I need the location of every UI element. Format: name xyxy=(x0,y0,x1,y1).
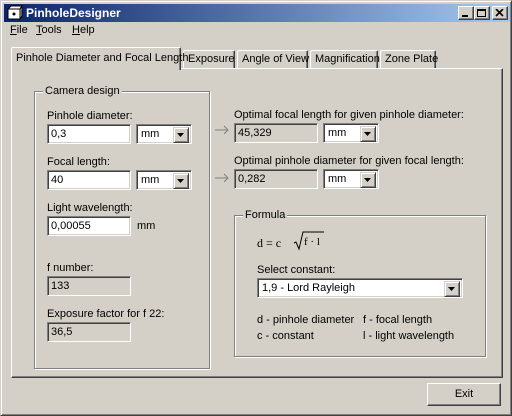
maximize-button[interactable] xyxy=(474,6,490,20)
f-number-value: 133 xyxy=(51,280,70,292)
tab-panel: Camera design Pinhole diameter: 0,3 mm F… xyxy=(11,68,503,378)
optimal-focal-output: 45,329 xyxy=(234,123,318,143)
pinhole-diameter-value: 0,3 xyxy=(51,128,67,140)
optimal-focal-label: Optimal focal length for given pinhole d… xyxy=(234,109,464,121)
title-bar[interactable]: PinholeDesigner xyxy=(4,4,510,22)
tab-magnification[interactable]: Magnification xyxy=(310,50,380,68)
legend-d: d - pinhole diameter xyxy=(257,314,355,326)
pinhole-diameter-unit-select[interactable]: mm xyxy=(136,124,192,144)
chevron-down-icon[interactable] xyxy=(173,173,189,189)
optimal-focal-unit-select[interactable]: mm xyxy=(323,123,379,143)
main-window: PinholeDesigner File Tools Help Pinhole … xyxy=(0,0,512,416)
optimal-pinhole-unit-select[interactable]: mm xyxy=(323,169,379,189)
optimal-pinhole-output: 0,282 xyxy=(234,169,318,189)
tab-label: Angle of View xyxy=(242,53,310,65)
tab-exposure[interactable]: Exposure xyxy=(183,50,235,68)
menu-tools-label: ools xyxy=(41,24,62,36)
select-constant-label: Select constant: xyxy=(257,264,336,276)
minimize-button[interactable] xyxy=(458,6,474,20)
optimal-focal-unit: mm xyxy=(328,127,347,139)
focal-length-value: 40 xyxy=(51,174,64,186)
exposure-factor-value: 36,5 xyxy=(51,326,73,338)
focal-length-unit: mm xyxy=(141,174,160,186)
wavelength-input[interactable]: 0,00055 xyxy=(47,216,131,236)
tab-label: Pinhole Diameter and Focal Length xyxy=(16,52,189,64)
optimal-focal-value: 45,329 xyxy=(238,127,272,139)
optimal-pinhole-unit: mm xyxy=(328,173,347,185)
menu-help-mnemonic: H xyxy=(72,24,80,36)
menu-file[interactable]: File xyxy=(10,24,28,36)
tab-label: Exposure xyxy=(188,53,235,65)
exit-button-label: Exit xyxy=(454,388,474,400)
formula-radicand: f · l xyxy=(304,236,320,248)
pinhole-diameter-label: Pinhole diameter: xyxy=(47,110,133,122)
optimal-pinhole-label: Optimal pinhole diameter for given focal… xyxy=(234,155,464,167)
focal-length-label: Focal length: xyxy=(47,156,110,168)
wavelength-unit: mm xyxy=(137,220,156,232)
legend-f: f - focal length xyxy=(363,314,433,326)
wavelength-label: Light wavelength: xyxy=(47,202,133,214)
exit-button[interactable]: Exit xyxy=(427,383,501,406)
legend-l: l - light wavelength xyxy=(363,330,455,342)
tab-label: Zone Plate xyxy=(385,53,439,65)
tab-pinhole-diameter[interactable]: Pinhole Diameter and Focal Length xyxy=(11,47,188,70)
f-number-label: f number: xyxy=(47,262,94,274)
menu-help-label: elp xyxy=(79,24,95,36)
chevron-down-icon[interactable] xyxy=(173,127,189,143)
chevron-down-icon[interactable] xyxy=(444,281,460,297)
exposure-factor-label: Exposure factor for f 22: xyxy=(47,308,165,320)
constant-select[interactable]: 1,9 - Lord Rayleigh xyxy=(257,278,463,298)
legend-c: c - constant xyxy=(257,330,314,342)
close-button[interactable] xyxy=(492,6,508,20)
menu-tools[interactable]: Tools xyxy=(36,24,62,36)
chevron-down-icon[interactable] xyxy=(360,126,376,142)
camera-app-icon xyxy=(6,4,23,21)
chevron-down-icon[interactable] xyxy=(360,172,376,188)
tab-zone-plate[interactable]: Zone Plate xyxy=(380,50,439,68)
window-title: PinholeDesigner xyxy=(26,6,121,20)
pinhole-diameter-unit: mm xyxy=(141,128,160,140)
arrow-right-icon xyxy=(215,125,229,135)
formula-group: Formula d = c f · l Select constant: 1,9… xyxy=(234,209,486,357)
tab-label: Magnification xyxy=(315,53,380,65)
wavelength-value: 0,00055 xyxy=(51,220,91,232)
tab-angle-of-view[interactable]: Angle of View xyxy=(237,50,310,68)
f-number-output: 133 xyxy=(47,276,131,296)
optimal-pinhole-value: 0,282 xyxy=(238,173,266,185)
pinhole-diameter-input[interactable]: 0,3 xyxy=(47,124,131,144)
camera-design-group: Camera design Pinhole diameter: 0,3 mm F… xyxy=(34,85,210,369)
arrow-right-icon xyxy=(215,173,229,183)
exposure-factor-output: 36,5 xyxy=(47,322,131,342)
constant-value: 1,9 - Lord Rayleigh xyxy=(262,282,355,294)
menu-file-mnemonic: F xyxy=(10,24,17,36)
camera-design-legend: Camera design xyxy=(43,85,122,97)
menu-bar: File Tools Help xyxy=(4,23,510,39)
focal-length-unit-select[interactable]: mm xyxy=(136,170,192,190)
focal-length-input[interactable]: 40 xyxy=(47,170,131,190)
formula-legend: Formula xyxy=(243,209,288,221)
menu-help[interactable]: Help xyxy=(72,24,95,36)
menu-file-label: ile xyxy=(16,24,28,36)
formula-lhs: d = c xyxy=(257,236,282,250)
